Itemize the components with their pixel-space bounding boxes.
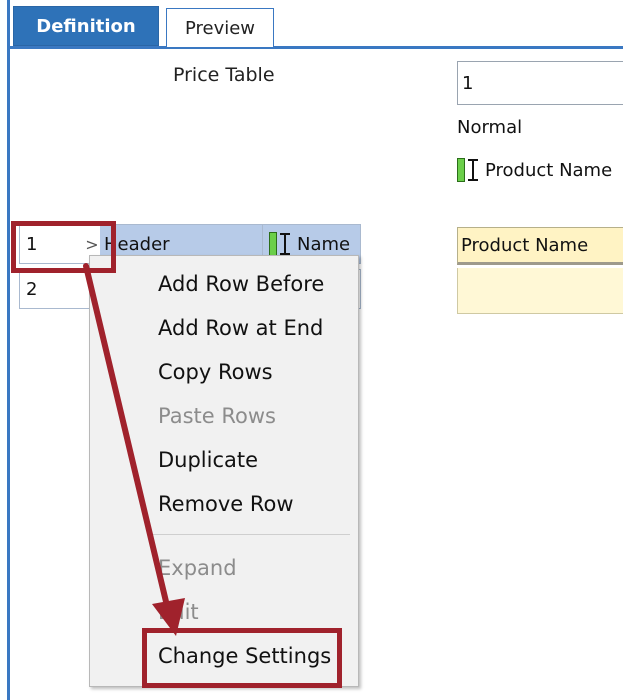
annotation-arrow [83,263,185,636]
